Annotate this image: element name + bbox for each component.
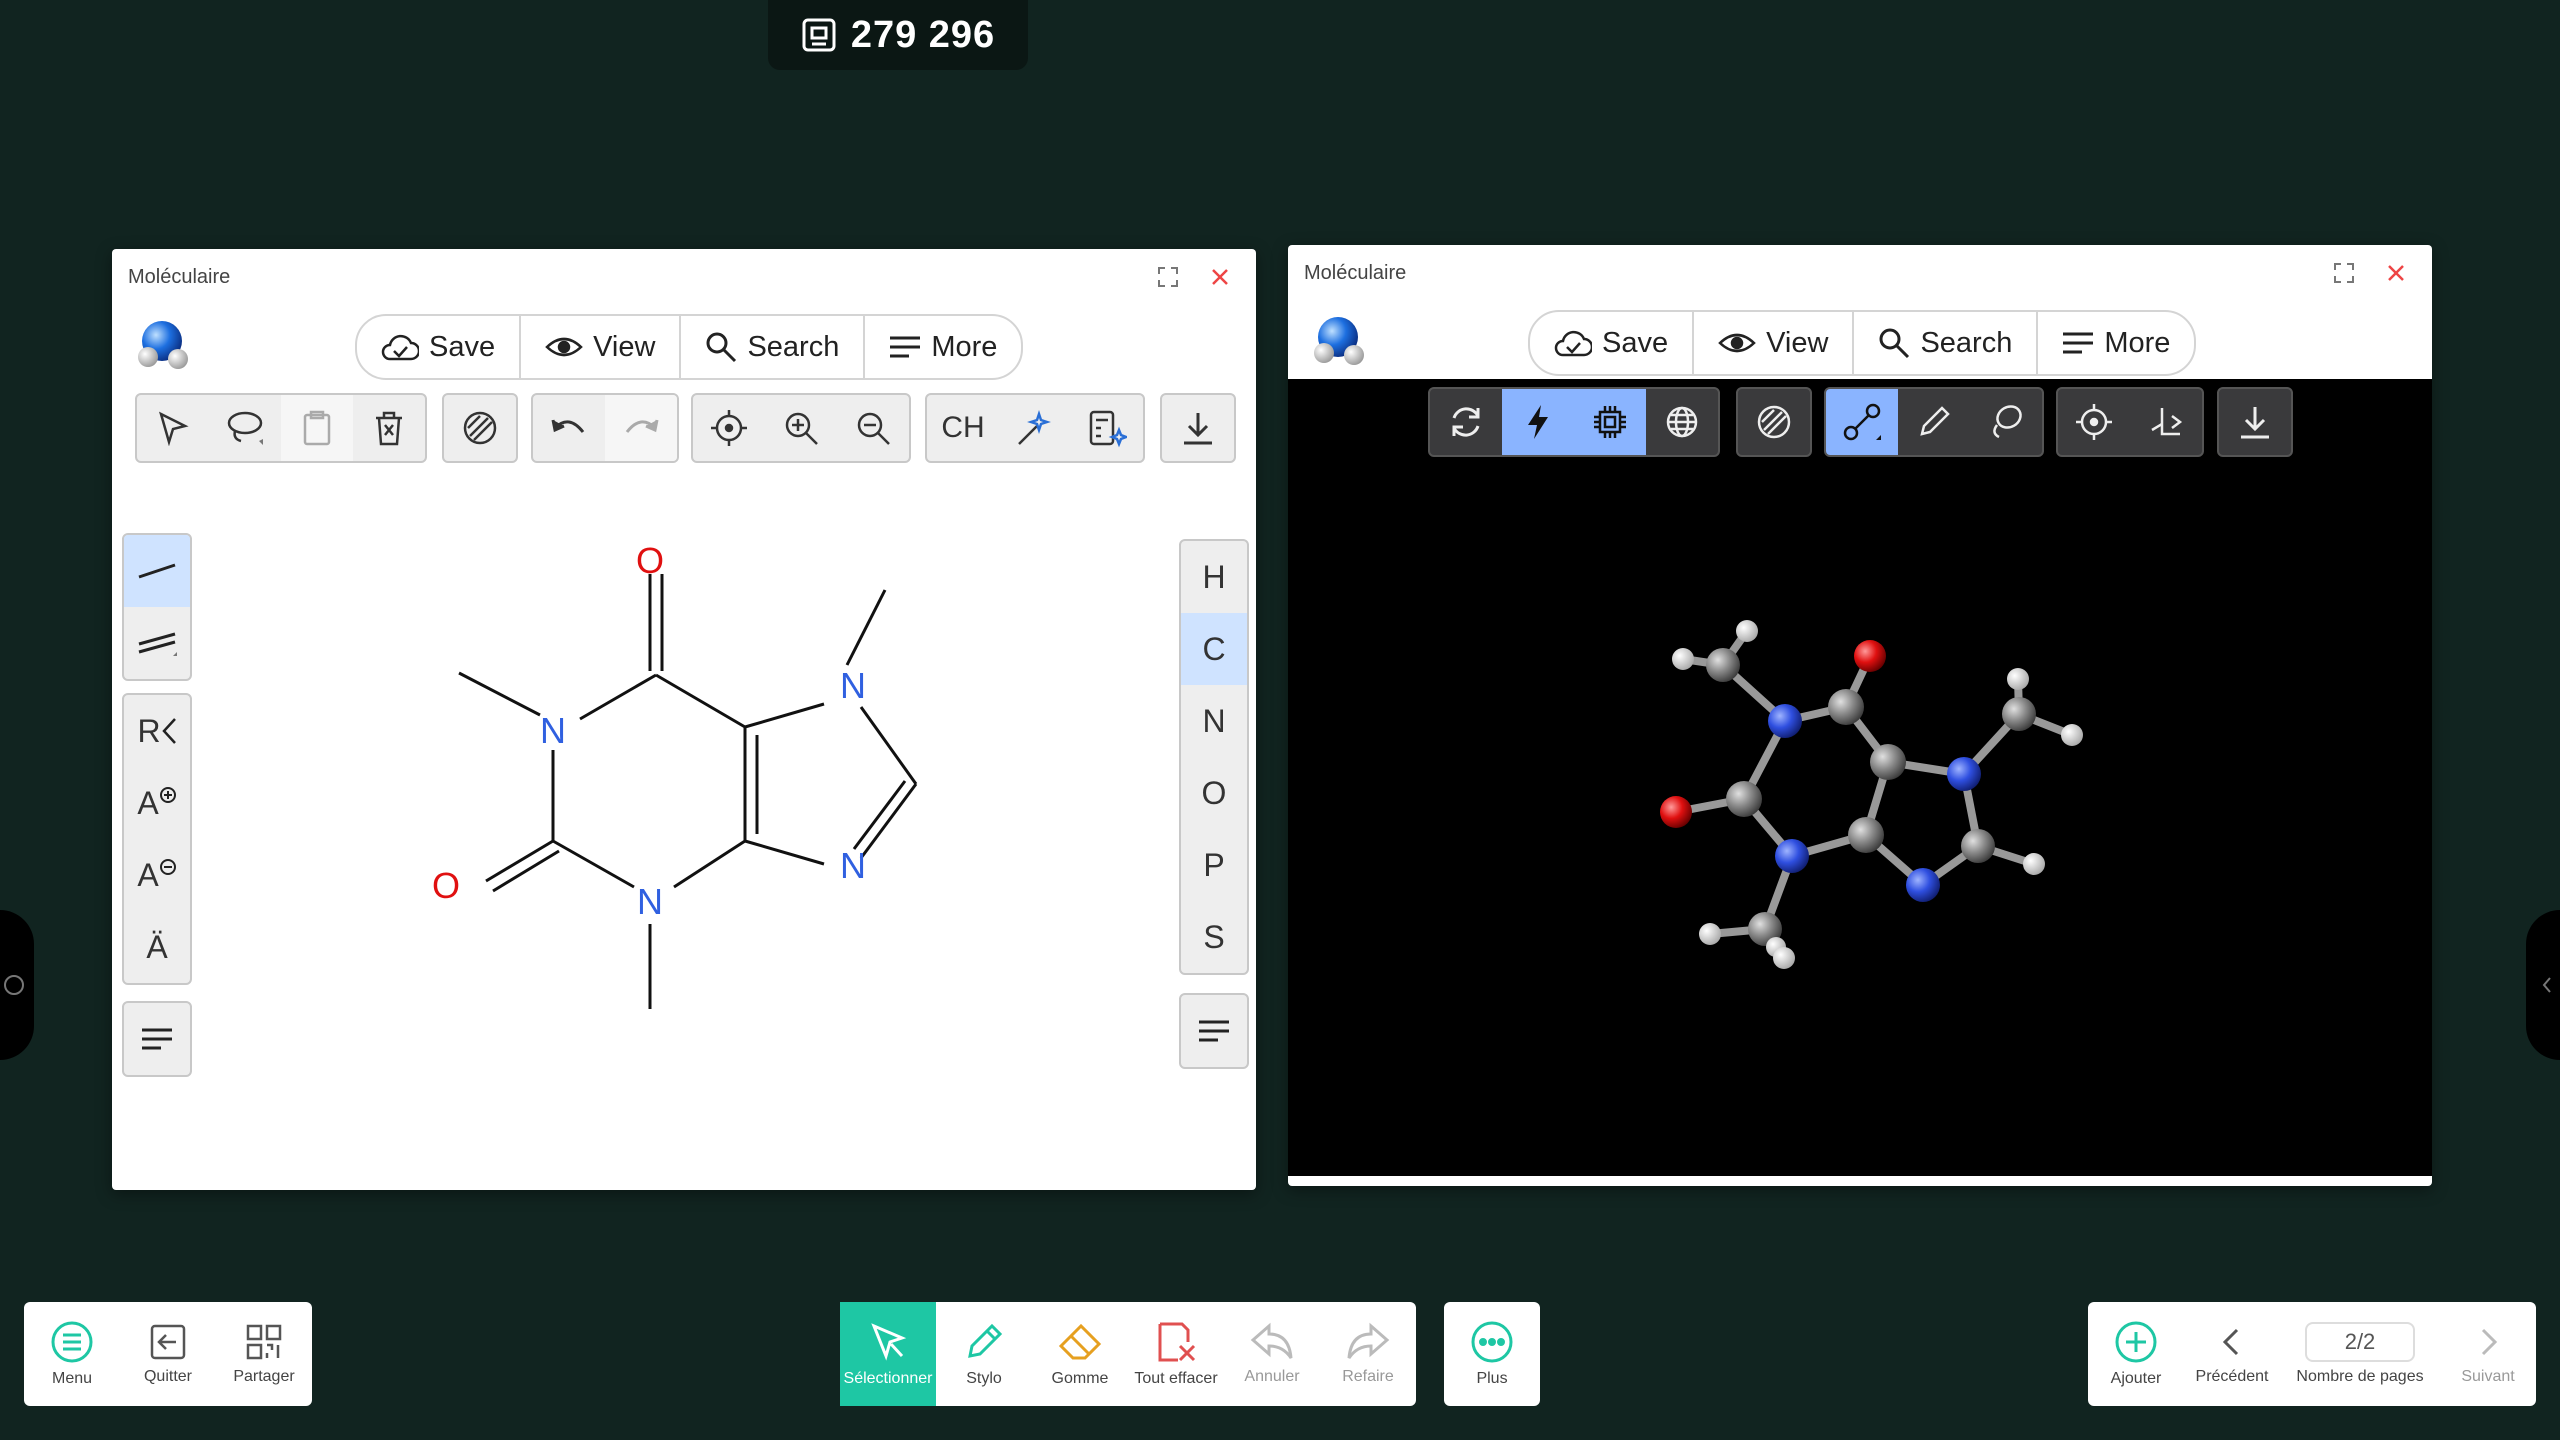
page-count[interactable]: 2/2 Nombre de pages <box>2280 1302 2440 1406</box>
menu-circle-icon <box>51 1321 93 1363</box>
atom-n1: N <box>540 710 566 751</box>
cloud-check-icon <box>1554 330 1592 357</box>
more-dots-icon <box>1471 1321 1513 1363</box>
bottom-more-toolbar: Plus <box>1444 1302 1540 1406</box>
plus-circle-icon <box>2115 1321 2157 1363</box>
left-molecule-window: Moléculaire Save View Search More CH R A… <box>112 249 1256 1190</box>
molecule-logo-icon <box>1314 317 1364 365</box>
atom-n9: N <box>840 845 866 886</box>
clock-icon <box>4 975 24 995</box>
exit-icon <box>150 1324 186 1360</box>
more-tools-button[interactable]: Plus <box>1444 1302 1540 1406</box>
eraser-tool-button[interactable]: Gomme <box>1032 1302 1128 1406</box>
next-page-button[interactable]: Suivant <box>2440 1302 2536 1406</box>
search-button[interactable]: Search <box>1854 312 2039 374</box>
view-button[interactable]: View <box>1694 312 1855 374</box>
board-icon <box>802 18 836 52</box>
right-menubar: Save View Search More <box>1528 310 2197 376</box>
left-edge-handle[interactable] <box>0 910 34 1060</box>
session-code: 279 296 <box>850 13 996 56</box>
undo-board-button[interactable]: Annuler <box>1224 1302 1320 1406</box>
redo-arrow-icon <box>1347 1322 1390 1359</box>
window-title: Moléculaire <box>1304 261 1407 284</box>
bonds <box>458 574 918 1009</box>
atom-n3: N <box>637 881 663 922</box>
menu-lines-icon <box>2063 332 2094 354</box>
eye-icon <box>1718 333 1756 353</box>
page-indicator: 2/2 <box>2305 1322 2415 1362</box>
right-edge-handle[interactable] <box>2526 910 2560 1060</box>
pen-tool-button[interactable]: Stylo <box>936 1302 1032 1406</box>
clear-all-button[interactable]: Tout effacer <box>1128 1302 1224 1406</box>
search-icon <box>1879 328 1910 359</box>
save-button[interactable]: Save <box>1530 312 1695 374</box>
add-page-button[interactable]: Ajouter <box>2088 1302 2184 1406</box>
bottom-center-toolbar: Sélectionner Stylo Gomme Tout effacer An… <box>840 1302 1416 1406</box>
share-button[interactable]: Partager <box>216 1302 312 1406</box>
undo-arrow-icon <box>1250 1322 1293 1359</box>
quit-button[interactable]: Quitter <box>120 1302 216 1406</box>
redo-board-button[interactable]: Refaire <box>1320 1302 1416 1406</box>
more-button[interactable]: More <box>2038 312 2194 374</box>
eraser-icon <box>1058 1323 1102 1360</box>
viewer-3d-viewport[interactable] <box>1288 379 2432 1176</box>
qr-grid-icon <box>246 1324 282 1360</box>
atom-o-top: O <box>636 540 664 581</box>
chevron-left-icon <box>2222 1328 2239 1356</box>
previous-page-button[interactable]: Précédent <box>2184 1302 2280 1406</box>
pen-icon <box>968 1323 1003 1358</box>
atom-spheres <box>1660 620 2083 969</box>
select-tool-button[interactable]: Sélectionner <box>840 1302 936 1406</box>
bottom-right-toolbar: Ajouter Précédent 2/2 Nombre de pages Su… <box>2088 1302 2536 1406</box>
molecule-2d-canvas[interactable]: O O N N N N <box>112 249 1256 1190</box>
expand-icon[interactable] <box>2330 259 2358 287</box>
atom-o-left: O <box>432 865 460 906</box>
chevron-right-icon <box>2481 1328 2498 1356</box>
session-code-bar: 279 296 <box>768 0 1028 70</box>
close-icon[interactable] <box>2382 259 2410 287</box>
chevron-left-icon <box>2542 977 2551 993</box>
molecule-3d-model[interactable] <box>1288 379 2432 1176</box>
cursor-icon <box>871 1323 907 1361</box>
right-molecule-window: Moléculaire Save View Search More <box>1288 245 2432 1186</box>
menu-button[interactable]: Menu <box>24 1302 120 1406</box>
right-window-titlebar: Moléculaire <box>1288 245 2432 301</box>
bottom-left-toolbar: Menu Quitter Partager <box>24 1302 312 1406</box>
clear-page-icon <box>1158 1322 1196 1362</box>
atom-n7: N <box>840 665 866 706</box>
